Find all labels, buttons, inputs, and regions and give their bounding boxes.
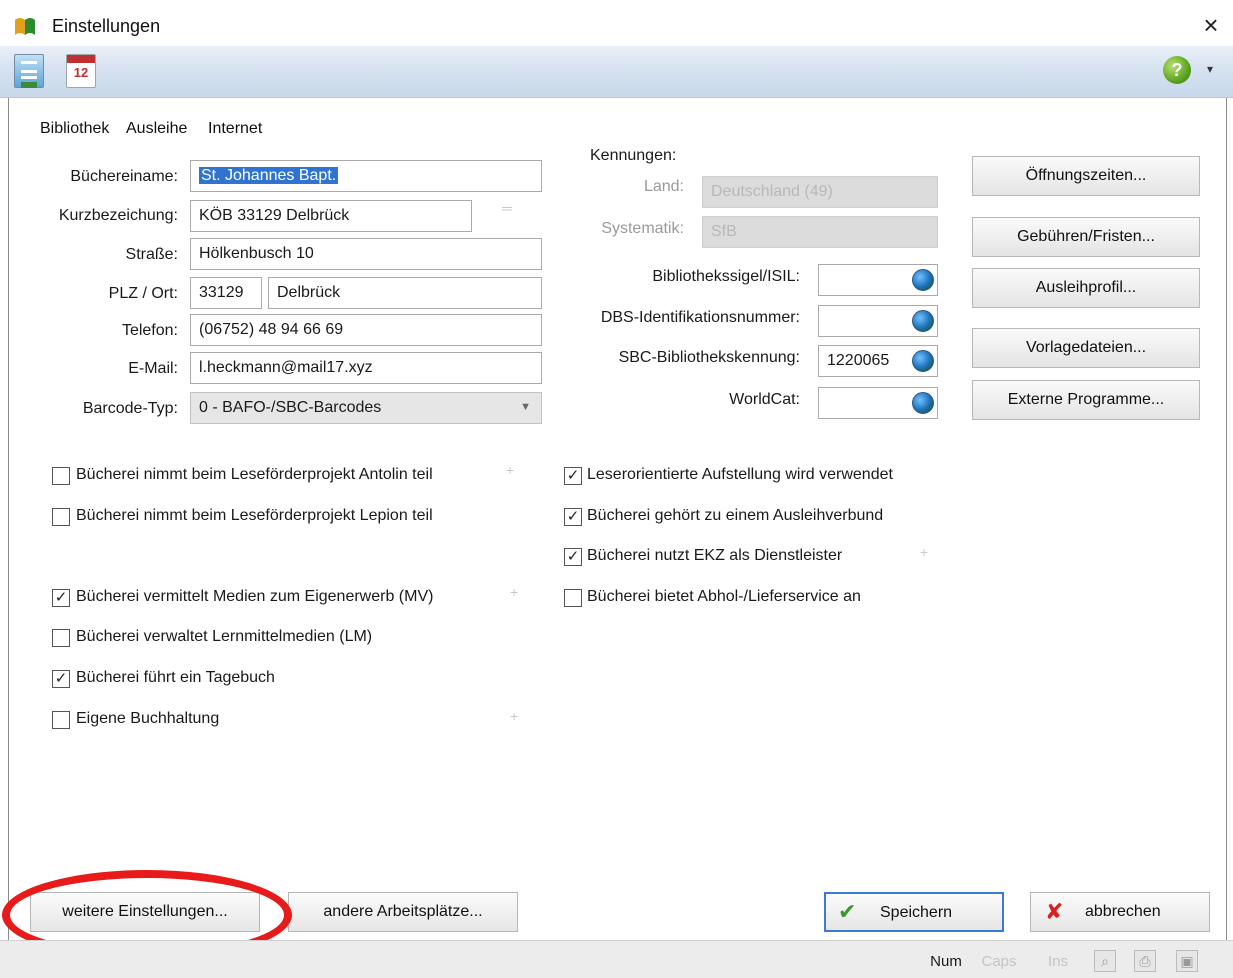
checkbox-lepion-label: Bücherei nimmt beim Leseförderprojekt Le… [76,507,433,524]
checkbox-lernmittel[interactable] [52,629,70,647]
ghost-pin-icon: + [920,544,929,560]
checkbox-ekz-label: Bücherei nutzt EKZ als Dienstleister [587,547,843,564]
dbs-label: DBS-Identifikationsnummer: [600,309,800,326]
tab-ausleihe[interactable]: Ausleihe [126,120,187,138]
status-caps: Caps [981,953,1017,970]
street-field[interactable]: Hölkenbusch 10 [190,238,542,270]
email-label: E-Mail: [128,360,178,377]
city-label: PLZ / Ort: [108,285,178,302]
help-icon[interactable]: ? [1163,56,1191,84]
checkbox-antolin[interactable] [52,467,70,485]
app-book-icon [15,18,35,35]
save-button-label: Speichern [880,904,953,921]
checkbox-antolin-label: Bücherei nimmt beim Leseförderprojekt An… [76,466,433,483]
checkbox-tagebuch-label: Bücherei führt ein Tagebuch [76,669,275,686]
tab-internet[interactable]: Internet [208,120,262,138]
cancel-button-label: abbrechen [1085,903,1161,920]
cancel-x-icon: ✘ [1045,899,1064,924]
status-num: Num [930,953,962,970]
ghost-dash: ═ [502,200,512,216]
chevron-down-icon[interactable]: ▾ [1207,62,1213,76]
worldcat-label: WorldCat: [729,391,800,408]
other-workstations-button[interactable]: andere Arbeitsplätze... [288,892,518,932]
cancel-button[interactable]: ✘ abbrechen [1030,892,1210,932]
street-label: Straße: [125,246,178,263]
checkmark-icon: ✔ [838,899,857,924]
save-button[interactable]: ✔ Speichern [824,892,1004,932]
toolbar [0,46,1233,98]
systematik-label: Systematik: [601,220,684,237]
checkbox-ausleihverbund[interactable]: ✓ [564,508,582,526]
opening-hours-button[interactable]: Öffnungszeiten... [972,156,1200,196]
ids-header: Kennungen: [590,147,677,164]
ghost-pin-icon: + [510,708,519,724]
print-icon[interactable]: ⎙ [1134,950,1156,972]
checkbox-eigenerwerb[interactable]: ✓ [52,589,70,607]
library-name-label: Büchereiname: [70,168,178,185]
sbc-label: SBC-Bibliothekskennung: [618,349,800,366]
tab-bibliothek[interactable]: Bibliothek [40,120,109,138]
close-icon[interactable]: × [1196,10,1226,40]
library-name-field[interactable]: St. Johannes Bapt. [190,160,542,192]
checkbox-eigenerwerb-label: Bücherei vermittelt Medien zum Eigenerwe… [76,588,434,605]
status-ins: Ins [1047,953,1068,970]
globe-icon[interactable] [912,392,934,414]
checkbox-buchhaltung-label: Eigene Buchhaltung [76,710,220,727]
checkbox-lieferservice[interactable] [564,589,582,607]
globe-icon[interactable] [912,310,934,332]
form-icon[interactable] [14,54,44,88]
checkbox-ausleihverbund-label: Bücherei gehört zu einem Ausleihverbund [587,507,884,524]
phone-field[interactable]: (06752) 48 94 66 69 [190,314,542,346]
checkbox-lepion[interactable] [52,508,70,526]
checkbox-buchhaltung[interactable] [52,711,70,729]
country-field: Deutschland (49) [702,176,938,208]
template-files-button[interactable]: Vorlagedateien... [972,328,1200,368]
fees-deadlines-button[interactable]: Gebühren/Fristen... [972,217,1200,257]
external-programs-button[interactable]: Externe Programme... [972,380,1200,420]
phone-label: Telefon: [121,322,178,339]
window-title: Einstellungen [52,16,161,36]
email-field[interactable]: l.heckmann@mail17.xyz [190,352,542,384]
zip-field[interactable]: 33129 [190,277,262,309]
checkbox-lernmittel-label: Bücherei verwaltet Lernmittelmedien (LM) [76,628,373,645]
short-name-label: Kurzbezeichung: [58,207,178,224]
barcode-type-select[interactable]: 0 - BAFO-/SBC-Barcodes ▼ [190,392,542,424]
loan-profile-button[interactable]: Ausleihprofil... [972,268,1200,308]
city-field[interactable]: Delbrück [268,277,542,309]
short-name-field[interactable]: KÖB 33129 Delbrück [190,200,472,232]
systematik-field: SfB [702,216,938,248]
checkbox-lieferservice-label: Bücherei bietet Abhol-/Lieferservice an [587,588,861,605]
checkbox-tagebuch[interactable]: ✓ [52,670,70,688]
barcode-type-label: Barcode-Typ: [82,400,178,417]
search-icon[interactable]: ⌕ [1094,950,1116,972]
isil-label: Bibliothekssigel/ISIL: [652,268,800,285]
country-label: Land: [643,178,684,195]
chevron-down-icon: ▼ [520,401,531,413]
ghost-pin-icon: + [506,462,515,478]
calendar-icon[interactable]: 12 [66,54,96,88]
checkbox-leserorientiert[interactable]: ✓ [564,467,582,485]
globe-icon[interactable] [912,269,934,291]
checkbox-leserorientiert-label: Leserorientierte Aufstellung wird verwen… [587,466,893,483]
window-icon[interactable]: ▣ [1176,950,1198,972]
ghost-pin-icon: + [510,584,519,600]
checkbox-ekz[interactable]: ✓ [564,548,582,566]
title-bar [0,0,1233,46]
globe-icon[interactable] [912,350,934,372]
